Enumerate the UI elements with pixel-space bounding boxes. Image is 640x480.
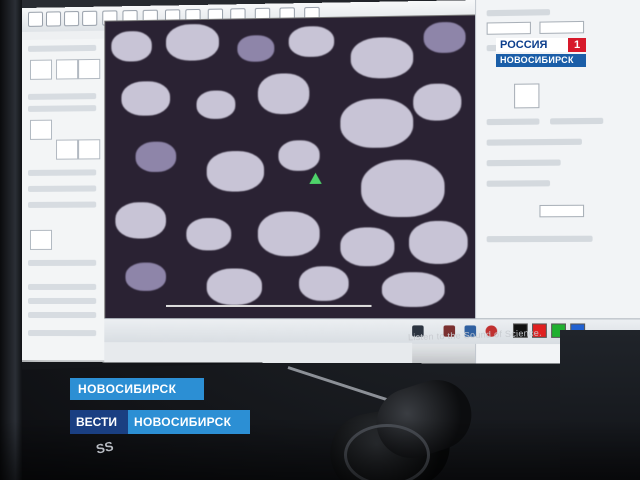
panel-control[interactable] <box>29 119 53 140</box>
image-scale-bar <box>166 304 372 307</box>
location-text: НОВОСИБИРСК <box>78 382 177 396</box>
panel-row <box>550 117 604 125</box>
panel-row <box>27 297 97 304</box>
panel-control[interactable] <box>78 58 101 80</box>
panel-row <box>27 201 97 208</box>
program-name: ВЕСТИ <box>76 415 117 429</box>
toolbar-button[interactable] <box>46 11 62 27</box>
panel-row <box>27 185 97 192</box>
panel-row <box>486 180 551 187</box>
panel-row <box>27 93 97 100</box>
panel-row <box>486 235 593 243</box>
panel-row <box>486 138 582 146</box>
location-caption: НОВОСИБИРСК <box>70 378 204 400</box>
panel-row <box>486 118 540 126</box>
panel-field[interactable] <box>539 204 585 218</box>
program-region: НОВОСИБИРСК <box>134 415 232 429</box>
toolbar-button[interactable] <box>27 11 43 27</box>
toolbar-button[interactable] <box>82 10 98 27</box>
panel-row <box>486 9 551 17</box>
monitor-left-edge <box>0 0 22 480</box>
channel-name: РОССИЯ <box>500 39 548 51</box>
left-control-panel <box>22 38 106 361</box>
photo-scene: Listen to the Sound of Science. SS РОССИ… <box>0 0 640 480</box>
panel-control[interactable] <box>29 59 53 80</box>
program-caption: ВЕСТИ НОВОСИБИРСК <box>70 410 250 434</box>
panel-control[interactable] <box>56 139 79 160</box>
panel-control[interactable] <box>78 139 101 160</box>
panel-row <box>27 169 97 176</box>
bottom-status-strip <box>104 342 413 364</box>
panel-row <box>486 159 561 167</box>
panel-control[interactable] <box>56 59 79 80</box>
channel-number: 1 <box>568 38 586 52</box>
panel-field[interactable] <box>486 21 531 35</box>
channel-region: НОВОСИБИРСК <box>500 55 574 65</box>
microscope-image-view[interactable] <box>104 14 478 321</box>
pointer-marker <box>309 172 322 184</box>
panel-icon-button[interactable] <box>514 83 540 109</box>
panel-row <box>27 312 97 319</box>
panel-field[interactable] <box>539 20 585 34</box>
toolbar-button[interactable] <box>64 11 80 27</box>
panel-row <box>27 259 97 266</box>
panel-control[interactable] <box>29 229 53 250</box>
panel-row <box>27 330 97 337</box>
panel-row <box>27 44 97 52</box>
panel-row <box>27 283 97 290</box>
panel-row <box>27 105 97 112</box>
channel-logo: РОССИЯ 1 НОВОСИБИРСК <box>496 38 588 70</box>
